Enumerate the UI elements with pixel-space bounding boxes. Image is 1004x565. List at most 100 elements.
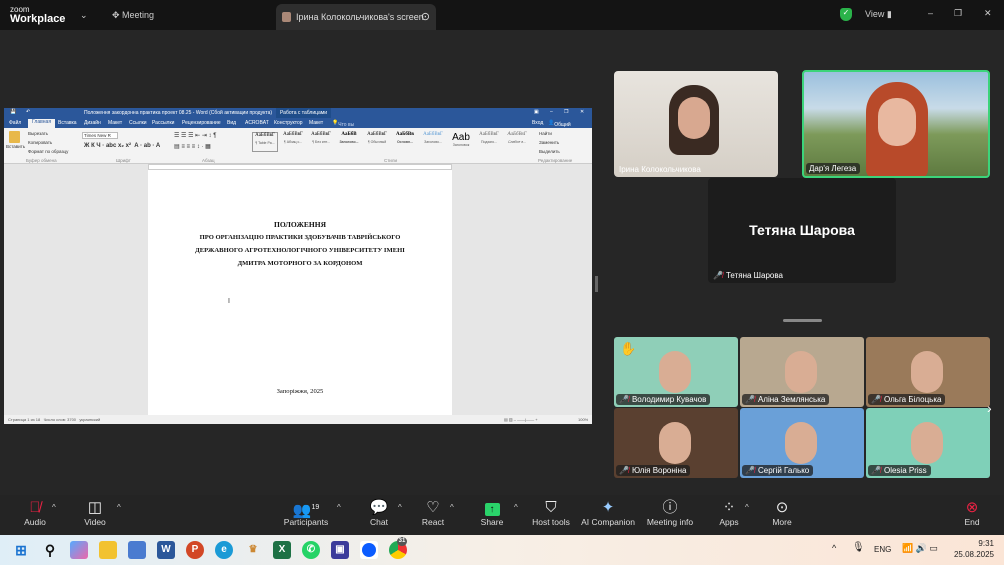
video-button[interactable]: ◫ Video bbox=[80, 499, 110, 527]
restore-button[interactable]: ❐ bbox=[954, 8, 962, 19]
gallery-resize-handle[interactable] bbox=[783, 319, 822, 322]
edge-icon[interactable]: e bbox=[215, 541, 233, 559]
meeting-tab[interactable]: ✥ Meeting bbox=[112, 10, 154, 21]
tab-view[interactable]: Вид bbox=[227, 120, 236, 126]
close-button[interactable]: ✕ bbox=[984, 8, 992, 19]
host-tools-button[interactable]: ⛉ Host tools bbox=[530, 499, 572, 527]
minimize-icon[interactable]: – bbox=[550, 109, 553, 115]
restore-icon[interactable]: ❐ bbox=[564, 109, 568, 115]
find-button[interactable]: Найти bbox=[539, 131, 552, 136]
network-volume-battery-icons[interactable]: 📶 🔊 ▭ bbox=[902, 543, 938, 554]
video-options-caret[interactable]: ^ bbox=[117, 503, 121, 512]
video-tile[interactable]: 🎤̸ Юлія Вороніна bbox=[614, 408, 738, 478]
tab-review[interactable]: Рецензирование bbox=[182, 120, 221, 126]
sign-in-link[interactable]: Вход bbox=[532, 120, 543, 126]
whatsapp-icon[interactable]: ✆ bbox=[302, 541, 320, 559]
language-indicator[interactable]: ENG bbox=[874, 545, 891, 554]
tab-references[interactable]: Ссылки bbox=[129, 120, 147, 126]
close-icon[interactable]: ✕ bbox=[580, 109, 584, 115]
file-explorer-icon[interactable] bbox=[99, 541, 117, 559]
more-options-icon[interactable]: ⊙ bbox=[421, 10, 430, 23]
save-disk-icon[interactable]: ▣ bbox=[331, 541, 349, 559]
style-item[interactable]: AaБбВвГ Заголово... bbox=[420, 132, 446, 152]
powerpoint-icon[interactable]: P bbox=[186, 541, 204, 559]
style-item[interactable]: AaБбВвГ Слабое в... bbox=[504, 132, 530, 152]
search-icon[interactable]: ⚲ bbox=[41, 541, 59, 559]
chat-button[interactable]: 💬 Chat bbox=[364, 499, 394, 527]
next-page-chevron-icon[interactable]: › bbox=[987, 400, 992, 416]
tab-design[interactable]: Дизайн bbox=[84, 120, 101, 126]
share-screen-button[interactable]: ↑ Share bbox=[477, 499, 507, 527]
font-format-buttons[interactable]: Ж К Ч · abc x₂ x² A · ab · A bbox=[84, 143, 160, 149]
alignment-buttons[interactable]: ▤ ≡ ≡ ≡ ↕ · ▦ bbox=[174, 143, 211, 150]
chrome-icon[interactable]: 31 bbox=[389, 537, 407, 559]
split-drag-handle[interactable] bbox=[595, 276, 598, 292]
tab-mailings[interactable]: Рассылки bbox=[152, 120, 174, 126]
chat-options-caret[interactable]: ^ bbox=[398, 503, 402, 512]
minimize-button[interactable]: – bbox=[928, 8, 933, 18]
style-item[interactable]: AaБбВвГ Подзаго... bbox=[476, 132, 502, 152]
react-button[interactable]: ♡ React bbox=[418, 499, 448, 527]
show-hidden-icons-caret[interactable]: ^ bbox=[832, 543, 836, 553]
tab-home[interactable]: Главная bbox=[28, 119, 56, 128]
word-icon[interactable]: W bbox=[157, 541, 175, 559]
cut-button[interactable]: Вырезать bbox=[28, 131, 48, 136]
app-icon[interactable] bbox=[128, 541, 146, 559]
ribbon-display-icon[interactable]: ▣ bbox=[534, 109, 539, 115]
excel-icon[interactable]: X bbox=[273, 541, 291, 559]
undo-icon[interactable]: ↶ bbox=[26, 109, 30, 115]
active-speaker-tile[interactable]: Дар'я Легеза bbox=[802, 70, 990, 178]
video-tile[interactable]: 🎤̸ Аліна Землянська bbox=[740, 337, 864, 407]
video-off-tile[interactable]: Тетяна Шарова 🎤̸ Тетяна Шарова bbox=[708, 178, 896, 283]
tell-me-box[interactable]: 💡 Что вы хотите сделать? bbox=[332, 120, 360, 140]
audio-button[interactable]: 🎙̸ Audio bbox=[20, 499, 50, 527]
copy-button[interactable]: Копировать bbox=[28, 140, 52, 145]
tab-file[interactable]: Файл bbox=[9, 120, 21, 126]
video-tile[interactable]: 🎤̸ Olesia Priss bbox=[866, 408, 990, 478]
chevron-down-icon[interactable]: ⌄ bbox=[80, 10, 88, 21]
paste-button[interactable]: Вставить bbox=[6, 144, 25, 149]
share-button[interactable]: 👤 Общий доступ bbox=[548, 120, 571, 134]
more-button[interactable]: ⊙ More bbox=[767, 499, 797, 527]
tab-table-design[interactable]: Конструктор bbox=[274, 120, 303, 126]
zoom-slider[interactable]: ▤ ▥ – ——|—— + bbox=[504, 417, 538, 422]
font-name-select[interactable]: Times New R bbox=[82, 132, 118, 139]
style-item[interactable]: AaБбВвГ ¶ Абзац с... bbox=[280, 132, 306, 152]
select-button[interactable]: Выделить bbox=[539, 149, 560, 154]
format-painter-button[interactable]: Формат по образцу bbox=[28, 149, 68, 154]
style-item[interactable]: AaБбВвГ ¶ Обычный bbox=[364, 132, 390, 152]
ai-companion-button[interactable]: ✦ AI Companion bbox=[580, 499, 636, 527]
participants-button[interactable]: 👥19 Participants bbox=[282, 499, 330, 527]
style-item[interactable]: AaБбВвГ ¶ Без инт... bbox=[308, 132, 334, 152]
apps-options-caret[interactable]: ^ bbox=[745, 503, 749, 512]
video-tile[interactable]: 🎤̸ Сергій Галько bbox=[740, 408, 864, 478]
apps-button[interactable]: ⁘ Apps bbox=[714, 499, 744, 527]
video-tile[interactable]: 🎤̸ Ольга Білоцька bbox=[866, 337, 990, 407]
tab-acrobat[interactable]: ACROBAT bbox=[245, 120, 269, 126]
style-item[interactable]: AaБбВв Основн... bbox=[392, 132, 418, 152]
app-icon[interactable]: ♛ bbox=[244, 541, 262, 559]
tab-table-layout[interactable]: Макет bbox=[309, 120, 323, 126]
audio-options-caret[interactable]: ^ bbox=[52, 503, 56, 512]
react-options-caret[interactable]: ^ bbox=[450, 503, 454, 512]
style-item[interactable]: AaБбВ Заголово... bbox=[336, 132, 362, 152]
tab-layout[interactable]: Макет bbox=[108, 120, 122, 126]
copilot-icon[interactable] bbox=[70, 541, 88, 559]
view-button[interactable]: View ▮ bbox=[865, 9, 892, 20]
tab-insert[interactable]: Вставка bbox=[58, 120, 77, 126]
shield-check-icon[interactable]: ✓ bbox=[840, 8, 852, 21]
share-options-caret[interactable]: ^ bbox=[514, 503, 518, 512]
save-icon[interactable]: 💾 bbox=[10, 109, 16, 115]
shared-screen-tab[interactable]: Ірина Колокольчикова's screen ⊙ bbox=[276, 4, 436, 30]
participants-options-caret[interactable]: ^ bbox=[337, 503, 341, 512]
document-page[interactable]: ПОЛОЖЕННЯ ПРО ОРГАНІЗАЦІЮ ПРАКТИКИ ЗДОБУ… bbox=[148, 170, 452, 415]
video-tile[interactable]: ✋ 🎤̸ Володимир Кувачов bbox=[614, 337, 738, 407]
style-item[interactable]: Aab Заголовок bbox=[448, 132, 474, 152]
style-item[interactable]: AaБбВвГ ¶ Table Pa... bbox=[252, 132, 278, 152]
end-meeting-button[interactable]: ⊗ End bbox=[957, 499, 987, 527]
windows-start-icon[interactable]: ⊞ bbox=[12, 541, 30, 559]
paragraph-buttons[interactable]: ☰ ☰ ☰ ⇤ ⇥ ↕ ¶ bbox=[174, 132, 216, 139]
zoom-taskbar-button[interactable] bbox=[360, 541, 378, 559]
video-tile[interactable]: Ірина Колокольчикова bbox=[614, 71, 778, 177]
microphone-icon[interactable]: 🎙 bbox=[852, 542, 865, 553]
